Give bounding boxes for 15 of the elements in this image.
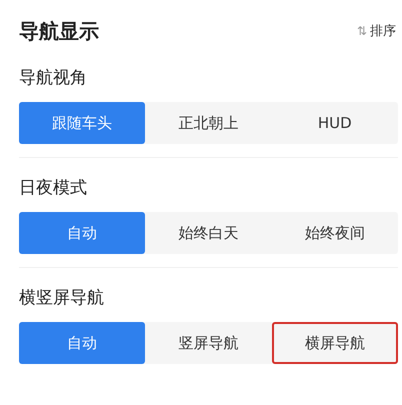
section-title: 日夜模式 (19, 177, 88, 200)
segment-option[interactable]: 正北朝上 (145, 102, 272, 144)
sort-button[interactable]: ⇅ 排序 (356, 22, 396, 40)
page-title: 导航显示 (19, 18, 99, 44)
segment-option[interactable]: 自动 (19, 322, 146, 364)
segment-option[interactable]: 始终白天 (145, 212, 272, 254)
segment-option[interactable]: 跟随车头 (19, 102, 146, 144)
segment-option[interactable]: 横屏导航 (272, 322, 398, 364)
segment-option[interactable]: 始终夜间 (272, 212, 398, 254)
section-title: 导航视角 (19, 67, 88, 90)
segment-option[interactable]: HUD (272, 102, 398, 144)
segment-option[interactable]: 自动 (19, 212, 146, 254)
segment-option[interactable]: 竖屏导航 (145, 322, 272, 364)
section-title: 横竖屏导航 (19, 287, 105, 310)
sort-icon: ⇅ (356, 24, 367, 38)
